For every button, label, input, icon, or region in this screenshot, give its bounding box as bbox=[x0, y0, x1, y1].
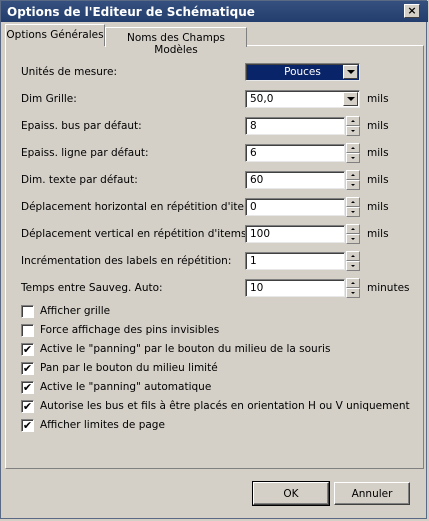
checkmark-icon: ✔ bbox=[22, 400, 33, 413]
tab-label: Options Générales bbox=[6, 29, 104, 41]
chevron-down-icon[interactable] bbox=[343, 92, 358, 106]
label-inc-spinner[interactable] bbox=[346, 251, 360, 271]
options-dialog: Options de l'Editeur de Schématique × Op… bbox=[0, 0, 428, 519]
label-inc-input[interactable]: 1 bbox=[245, 252, 345, 270]
repeat-h-input[interactable]: 0 bbox=[245, 198, 345, 216]
repeat-h-spinner[interactable] bbox=[346, 197, 360, 217]
show-grid-label: Afficher grille bbox=[40, 305, 111, 317]
bus-width-unit: mils bbox=[367, 120, 389, 132]
grid-unit: mils bbox=[367, 93, 389, 105]
label-inc-value: 1 bbox=[250, 255, 257, 267]
units-value: Pouces bbox=[284, 66, 321, 78]
line-width-input[interactable]: 6 bbox=[245, 144, 345, 162]
text-size-label: Dim. texte par défaut: bbox=[21, 174, 138, 186]
show-grid-checkbox[interactable] bbox=[21, 305, 34, 318]
page-limits-label: Afficher limites de page bbox=[40, 419, 165, 431]
repeat-v-unit: mils bbox=[367, 228, 389, 240]
limited-pan-checkbox[interactable]: ✔ bbox=[21, 362, 34, 375]
show-hidden-pins-label: Force affichage des pins invisibles bbox=[40, 324, 220, 336]
label-inc-label: Incrémentation des labels en répétition: bbox=[21, 255, 232, 267]
page-limits-checkbox[interactable]: ✔ bbox=[21, 419, 34, 432]
middle-button-pan-label: Active le "panning" par le bouton du mil… bbox=[40, 343, 331, 355]
auto-pan-label: Active le "panning" automatique bbox=[40, 381, 212, 393]
window-title: Options de l'Editeur de Schématique bbox=[7, 5, 255, 19]
bus-width-spinner[interactable] bbox=[346, 116, 360, 136]
text-size-unit: mils bbox=[367, 174, 389, 186]
chevron-down-icon[interactable] bbox=[343, 65, 358, 79]
tab-model-field-names[interactable]: Noms des Champs Modèles bbox=[105, 27, 247, 56]
line-width-unit: mils bbox=[367, 147, 389, 159]
bus-width-input[interactable]: 8 bbox=[245, 117, 345, 135]
repeat-v-value: 100 bbox=[250, 228, 271, 240]
title-bar: Options de l'Editeur de Schématique bbox=[1, 1, 428, 22]
repeat-v-label: Déplacement vertical en répétition d'ite… bbox=[21, 228, 250, 240]
repeat-h-value: 0 bbox=[250, 201, 257, 213]
tab-general-options[interactable]: Options Générales bbox=[5, 24, 105, 46]
cancel-button[interactable]: Annuler bbox=[334, 482, 410, 505]
hv-only-label: Autorise les bus et fils à être placés e… bbox=[40, 400, 410, 412]
ok-label: OK bbox=[283, 488, 299, 500]
text-size-spinner[interactable] bbox=[346, 170, 360, 190]
repeat-h-unit: mils bbox=[367, 201, 389, 213]
checkmark-icon: ✔ bbox=[22, 362, 33, 375]
autosave-input[interactable]: 10 bbox=[245, 279, 345, 297]
checkmark-icon: ✔ bbox=[22, 343, 33, 356]
text-size-input[interactable]: 60 bbox=[245, 171, 345, 189]
cancel-label: Annuler bbox=[351, 488, 393, 500]
autosave-value: 10 bbox=[250, 282, 264, 294]
auto-pan-checkbox[interactable]: ✔ bbox=[21, 381, 34, 394]
autosave-spinner[interactable] bbox=[346, 278, 360, 298]
units-label: Unités de mesure: bbox=[21, 66, 118, 78]
bus-width-label: Epaiss. bus par défaut: bbox=[21, 120, 142, 132]
checkmark-icon: ✔ bbox=[22, 419, 33, 432]
ok-button[interactable]: OK bbox=[252, 481, 330, 506]
grid-value: 50,0 bbox=[250, 93, 274, 105]
grid-label: Dim Grille: bbox=[21, 93, 77, 105]
hv-only-checkbox[interactable]: ✔ bbox=[21, 400, 34, 413]
line-width-label: Epaiss. ligne par défaut: bbox=[21, 147, 149, 159]
checkmark-icon: ✔ bbox=[22, 381, 33, 394]
bus-width-value: 8 bbox=[250, 120, 257, 132]
text-size-value: 60 bbox=[250, 174, 264, 186]
close-icon[interactable]: × bbox=[404, 4, 420, 18]
line-width-spinner[interactable] bbox=[346, 143, 360, 163]
repeat-v-input[interactable]: 100 bbox=[245, 225, 345, 243]
limited-pan-label: Pan par le bouton du milieu limité bbox=[40, 362, 218, 374]
autosave-unit: minutes bbox=[367, 282, 410, 294]
show-hidden-pins-checkbox[interactable] bbox=[21, 324, 34, 337]
repeat-v-spinner[interactable] bbox=[346, 224, 360, 244]
autosave-label: Temps entre Sauveg. Auto: bbox=[21, 282, 163, 294]
line-width-value: 6 bbox=[250, 147, 257, 159]
repeat-h-label: Déplacement horizontal en répétition d'i… bbox=[21, 201, 264, 213]
middle-button-pan-checkbox[interactable]: ✔ bbox=[21, 343, 34, 356]
